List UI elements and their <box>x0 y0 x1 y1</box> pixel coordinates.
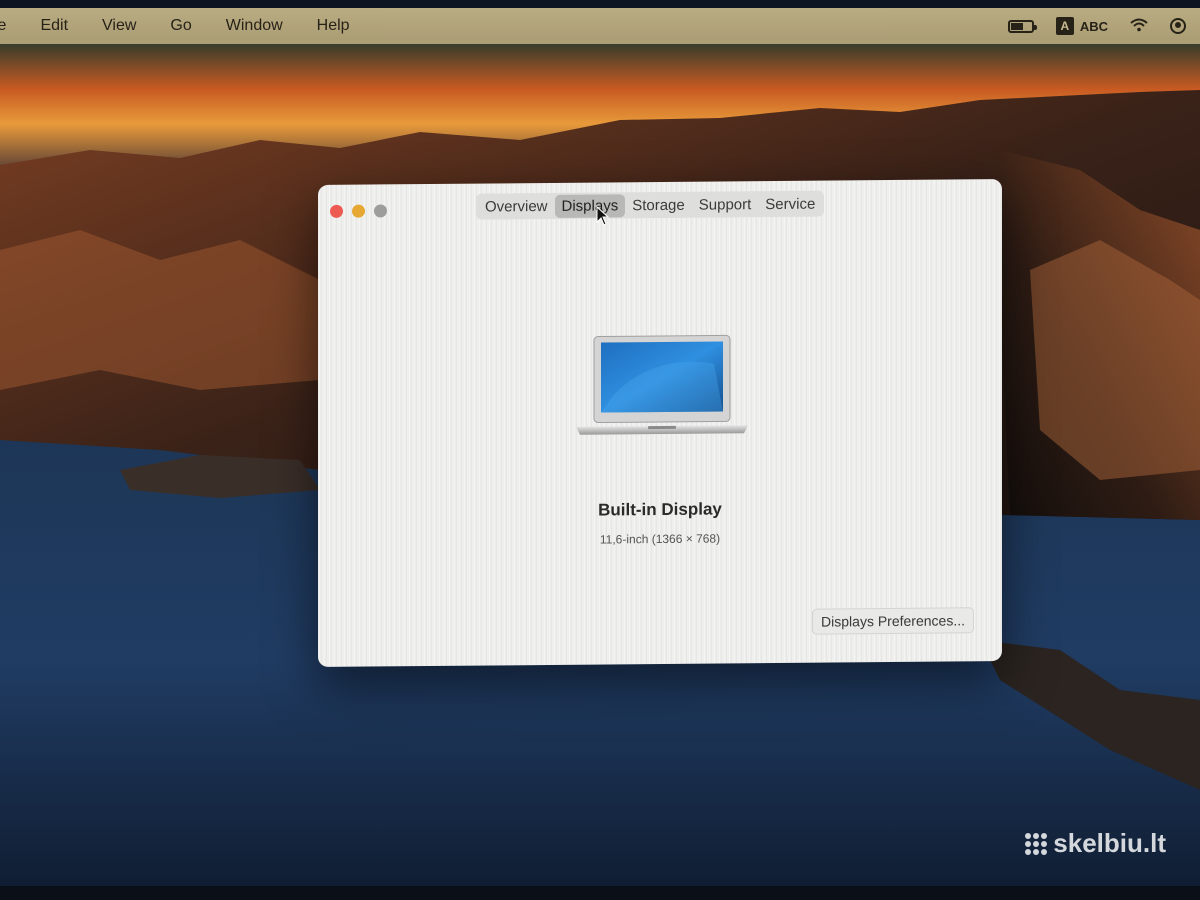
displays-preferences-button[interactable]: Displays Preferences... <box>812 607 974 635</box>
tab-bar: Overview Displays Storage Support Servic… <box>476 190 825 220</box>
menu-edit[interactable]: Edit <box>40 17 68 35</box>
input-source-icon: A <box>1055 17 1074 35</box>
tab-overview[interactable]: Overview <box>478 194 555 218</box>
menu-go[interactable]: Go <box>170 17 191 35</box>
wifi-icon[interactable] <box>1130 17 1148 35</box>
watermark-text: skelbiu.lt <box>1053 828 1166 858</box>
minimize-button[interactable] <box>352 204 365 218</box>
mouse-pointer-icon <box>596 205 610 231</box>
battery-icon[interactable] <box>1007 19 1037 33</box>
status-area: A ABC <box>1007 17 1200 35</box>
tab-support[interactable]: Support <box>692 193 759 217</box>
display-resolution: 11,6-inch (1366 × 768) <box>599 531 721 547</box>
zoom-button[interactable] <box>374 204 387 218</box>
laptop-display-icon <box>574 333 750 446</box>
display-name: Built-in Display <box>598 499 722 520</box>
menu-file-partial[interactable]: le <box>0 17 6 35</box>
menu-window[interactable]: Window <box>226 17 283 35</box>
menu-view[interactable]: View <box>102 17 136 35</box>
tab-service[interactable]: Service <box>758 192 822 216</box>
about-this-mac-window: Overview Displays Storage Support Servic… <box>318 179 1002 667</box>
user-icon[interactable] <box>1170 18 1186 34</box>
tab-displays[interactable]: Displays <box>554 193 626 218</box>
input-source-menu[interactable]: A ABC <box>1055 17 1108 35</box>
tab-storage[interactable]: Storage <box>625 193 692 217</box>
menu-bar: le Edit View Go Window Help A ABC <box>0 8 1200 44</box>
watermark-dots-icon <box>1025 832 1048 855</box>
input-source-label: ABC <box>1079 18 1108 34</box>
watermark-logo: skelbiu.lt <box>1025 828 1166 859</box>
close-button[interactable] <box>330 204 343 218</box>
menu-help[interactable]: Help <box>317 17 350 35</box>
window-controls <box>330 204 387 218</box>
menu-list: le Edit View Go Window Help <box>0 17 384 35</box>
